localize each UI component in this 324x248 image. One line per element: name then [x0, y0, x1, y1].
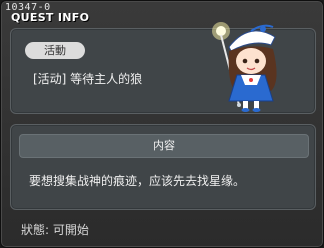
quest-content-panel: 内容 要想搜集战神的痕迹，应该先去找星缘。 [10, 124, 316, 210]
content-text: 要想搜集战神的痕迹，应该先去找星缘。 [29, 174, 246, 188]
quest-info-window: 10347-0 QUEST INFO 活動 [活动] 等待主人的狼 内容 要想搜… [0, 0, 324, 248]
quest-name: [活动] 等待主人的狼 [33, 72, 143, 86]
quest-status: 狀態: 可開始 [21, 223, 89, 237]
npc-girl-with-lantern-staff-icon [212, 22, 277, 112]
content-header: 内容 [19, 134, 309, 158]
window-title: QUEST INFO [11, 11, 90, 24]
category-tag: 活動 [25, 42, 85, 59]
